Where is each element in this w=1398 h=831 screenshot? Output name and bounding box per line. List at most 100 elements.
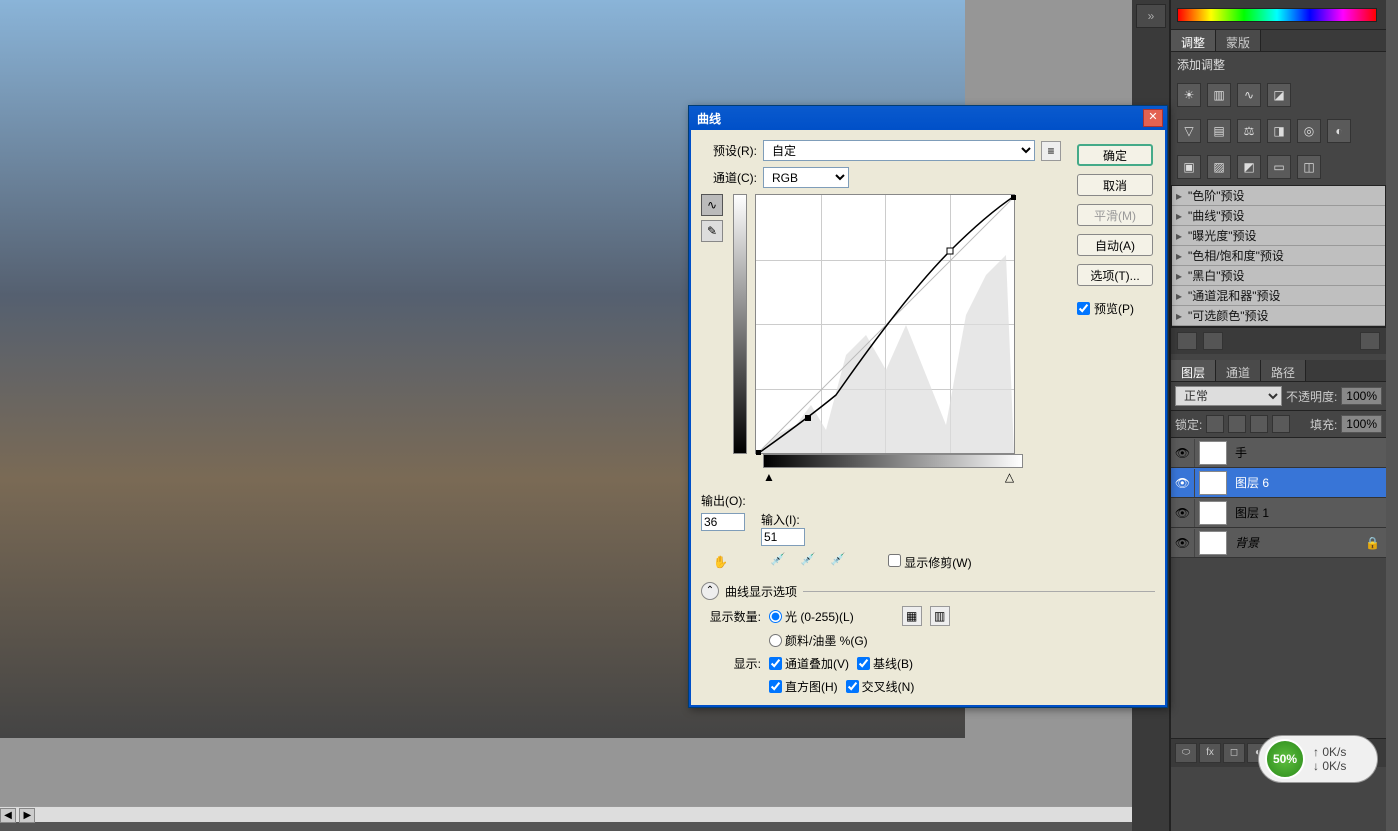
network-speed-widget[interactable]: 50% ↑ 0K/s ↓ 0K/s xyxy=(1258,735,1378,783)
chk-intersection[interactable]: 交叉线(N) xyxy=(846,678,915,695)
chk-baseline[interactable]: 基线(B) xyxy=(857,655,913,672)
auto-button[interactable]: 自动(A) xyxy=(1077,234,1153,256)
bw-icon[interactable]: ◨ xyxy=(1267,119,1291,143)
scroll-left-icon[interactable]: ◀ xyxy=(0,808,16,823)
radio-light[interactable]: 光 (0-255)(L) xyxy=(769,608,854,625)
hue-icon[interactable]: ▤ xyxy=(1207,119,1231,143)
layer-name[interactable]: 图层 1 xyxy=(1231,504,1386,521)
preset-item-bw[interactable]: ▸"黑白"预设 xyxy=(1172,266,1385,286)
expand-panel-icon[interactable]: » xyxy=(1136,4,1166,28)
white-eyedropper-icon[interactable]: 💉 xyxy=(828,552,848,572)
black-point-slider-icon[interactable]: ▲ xyxy=(763,470,775,484)
layer-mask-icon[interactable]: ◻ xyxy=(1223,743,1245,763)
return-icon[interactable] xyxy=(1177,332,1197,350)
ok-button[interactable]: 确定 xyxy=(1077,144,1153,166)
levels-icon[interactable]: ▥ xyxy=(1207,83,1231,107)
layer-thumbnail[interactable] xyxy=(1199,531,1227,555)
grid-large-icon[interactable]: ▥ xyxy=(930,606,950,626)
preview-label: 预览(P) xyxy=(1094,300,1134,317)
lock-label: 锁定: xyxy=(1175,416,1202,433)
posterize-icon[interactable]: ▨ xyxy=(1207,155,1231,179)
options-button[interactable]: 选项(T)... xyxy=(1077,264,1153,286)
hand-tool-icon[interactable]: ✋ xyxy=(713,555,728,569)
layer-thumbnail[interactable] xyxy=(1199,501,1227,525)
opacity-value[interactable]: 100% xyxy=(1341,387,1382,405)
layer-item[interactable]: 👁 图层 6 xyxy=(1171,468,1386,498)
layer-name[interactable]: 图层 6 xyxy=(1231,474,1386,491)
layer-name[interactable]: 背景 xyxy=(1231,534,1365,551)
preset-item-curves[interactable]: ▸"曲线"预设 xyxy=(1172,206,1385,226)
grid-small-icon[interactable]: ▦ xyxy=(902,606,922,626)
photo-filter-icon[interactable]: ◎ xyxy=(1297,119,1321,143)
threshold-icon[interactable]: ◩ xyxy=(1237,155,1261,179)
white-point-slider-icon[interactable]: △ xyxy=(1005,470,1014,484)
color-palette[interactable] xyxy=(1171,0,1386,30)
tab-channels[interactable]: 通道 xyxy=(1216,360,1261,381)
layer-thumbnail[interactable] xyxy=(1199,471,1227,495)
preset-item-selective-color[interactable]: ▸"可选颜色"预设 xyxy=(1172,306,1385,326)
layer-name[interactable]: 手 xyxy=(1231,444,1386,461)
layer-style-icon[interactable]: fx xyxy=(1199,743,1221,763)
trash-icon[interactable] xyxy=(1360,332,1380,350)
curve-pencil-tool-icon[interactable]: ✎ xyxy=(701,220,723,242)
link-layers-icon[interactable]: ⬭ xyxy=(1175,743,1197,763)
cancel-button[interactable]: 取消 xyxy=(1077,174,1153,196)
lock-transparent-icon[interactable] xyxy=(1206,415,1224,433)
layer-item[interactable]: 👁 图层 1 xyxy=(1171,498,1386,528)
tab-adjustments[interactable]: 调整 xyxy=(1171,30,1216,51)
blend-mode-select[interactable]: 正常 xyxy=(1175,386,1282,406)
chevron-right-icon: ▸ xyxy=(1176,189,1188,203)
clip-icon[interactable] xyxy=(1203,332,1223,350)
exposure-icon[interactable]: ◪ xyxy=(1267,83,1291,107)
black-eyedropper-icon[interactable]: 💉 xyxy=(768,552,788,572)
radio-ink[interactable]: 颜料/油墨 %(G) xyxy=(769,632,868,649)
visibility-eye-icon[interactable]: 👁 xyxy=(1171,439,1195,467)
gray-eyedropper-icon[interactable]: 💉 xyxy=(798,552,818,572)
lock-position-icon[interactable] xyxy=(1250,415,1268,433)
layer-thumbnail[interactable] xyxy=(1199,441,1227,465)
preset-item-channel-mixer[interactable]: ▸"通道混和器"预设 xyxy=(1172,286,1385,306)
channel-mixer-icon[interactable]: ◐ xyxy=(1327,119,1351,143)
vibrance-icon[interactable]: ▽ xyxy=(1177,119,1201,143)
tab-layers[interactable]: 图层 xyxy=(1171,360,1216,381)
channel-select[interactable]: RGB xyxy=(763,167,849,188)
curve-point-tool-icon[interactable]: ∿ xyxy=(701,194,723,216)
collapse-options-icon[interactable]: ⌃ xyxy=(701,582,719,600)
horizontal-scrollbar[interactable]: ◀ ▶ xyxy=(0,806,1132,822)
visibility-eye-icon[interactable]: 👁 xyxy=(1171,499,1195,527)
brightness-icon[interactable]: ☀ xyxy=(1177,83,1201,107)
input-input[interactable] xyxy=(761,528,805,546)
scroll-right-icon[interactable]: ▶ xyxy=(19,808,35,823)
preview-checkbox[interactable]: 预览(P) xyxy=(1077,300,1153,317)
tab-paths[interactable]: 路径 xyxy=(1261,360,1306,381)
lock-all-icon[interactable] xyxy=(1272,415,1290,433)
selective-color-icon[interactable]: ◫ xyxy=(1297,155,1321,179)
preset-menu-icon[interactable]: ≡ xyxy=(1041,141,1061,161)
preset-item-exposure[interactable]: ▸"曝光度"预设 xyxy=(1172,226,1385,246)
fill-value[interactable]: 100% xyxy=(1341,415,1382,433)
tab-masks[interactable]: 蒙版 xyxy=(1216,30,1261,51)
dialog-titlebar[interactable]: 曲线 ✕ xyxy=(689,106,1167,130)
adjustments-panel: 调整 蒙版 添加调整 ☀ ▥ ∿ ◪ ▽ ▤ ⚖ ◨ ◎ ◐ ▣ ▨ ◩ ▭ ◫… xyxy=(1171,30,1386,354)
visibility-eye-icon[interactable]: 👁 xyxy=(1171,469,1195,497)
output-input[interactable] xyxy=(701,513,745,531)
invert-icon[interactable]: ▣ xyxy=(1177,155,1201,179)
visibility-eye-icon[interactable]: 👁 xyxy=(1171,529,1195,557)
gradient-map-icon[interactable]: ▭ xyxy=(1267,155,1291,179)
chk-histogram[interactable]: 直方图(H) xyxy=(769,678,838,695)
lock-pixels-icon[interactable] xyxy=(1228,415,1246,433)
curves-dialog[interactable]: 曲线 ✕ 确定 取消 平滑(M) 自动(A) 选项(T)... 预览(P) 预设… xyxy=(688,105,1168,708)
spectrum-gradient[interactable] xyxy=(1177,8,1377,22)
preset-select[interactable]: 自定 xyxy=(763,140,1035,161)
layer-item[interactable]: 👁 手 xyxy=(1171,438,1386,468)
curve-graph[interactable] xyxy=(755,194,1015,454)
show-clipping-checkbox[interactable]: 显示修剪(W) xyxy=(888,554,972,571)
preset-item-levels[interactable]: ▸"色阶"预设 xyxy=(1172,186,1385,206)
chk-channel-overlay[interactable]: 通道叠加(V) xyxy=(769,655,849,672)
close-icon[interactable]: ✕ xyxy=(1143,109,1163,127)
curves-icon[interactable]: ∿ xyxy=(1237,83,1261,107)
preset-item-hsl[interactable]: ▸"色相/饱和度"预设 xyxy=(1172,246,1385,266)
layer-item[interactable]: 👁 背景 🔒 xyxy=(1171,528,1386,558)
balance-icon[interactable]: ⚖ xyxy=(1237,119,1261,143)
preset-list[interactable]: ▸"色阶"预设 ▸"曲线"预设 ▸"曝光度"预设 ▸"色相/饱和度"预设 ▸"黑… xyxy=(1171,185,1386,327)
